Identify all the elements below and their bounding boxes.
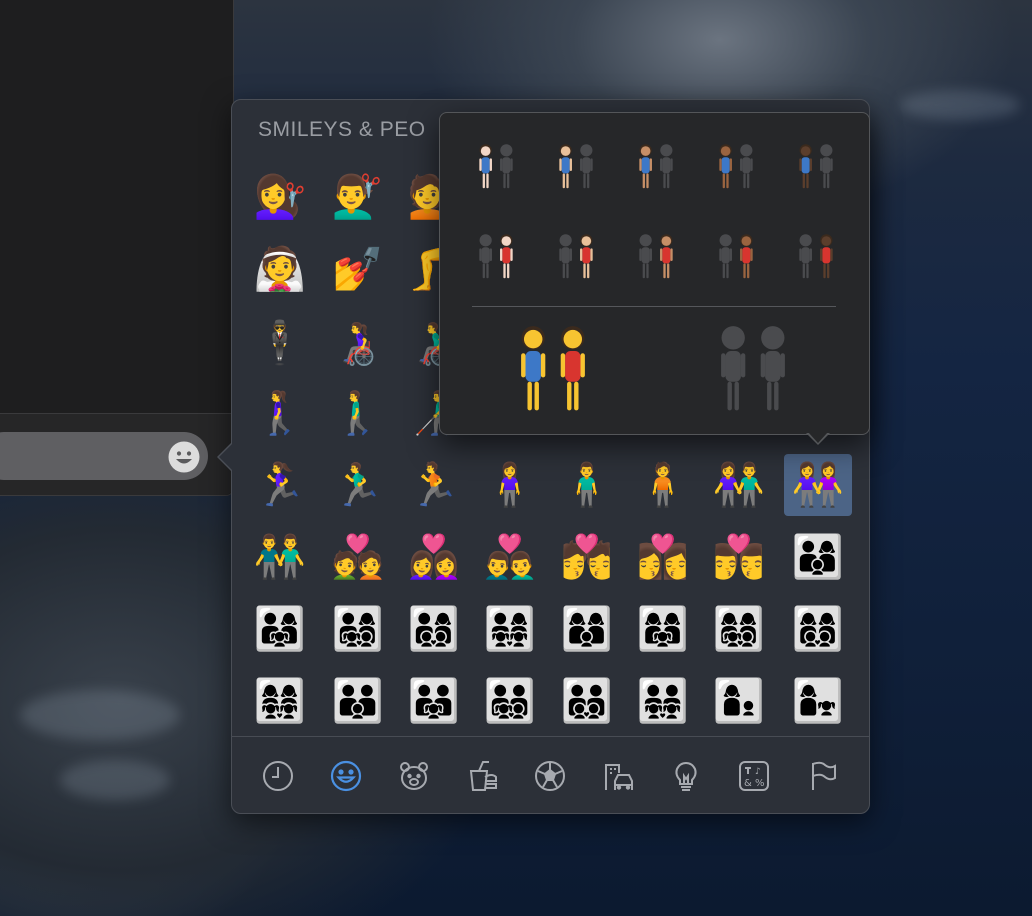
emoji-cell[interactable]: 💅 xyxy=(324,238,392,300)
emoji-cell[interactable]: 👨‍👩‍👦‍👦 xyxy=(400,598,468,660)
category-activity[interactable] xyxy=(530,756,570,796)
emoji-cell[interactable]: 👨‍👨‍👧‍👧 xyxy=(629,670,697,732)
emoji-cell[interactable]: 💏 xyxy=(553,526,621,588)
category-frequently-used[interactable] xyxy=(258,756,298,796)
emoji-cell[interactable]: 🚶‍♂️ xyxy=(324,382,392,444)
smiley-icon xyxy=(168,441,200,473)
emoji-cell[interactable]: 👩‍❤️‍💋‍👩 xyxy=(629,526,697,588)
emoji-cell[interactable]: 🚶‍♀️ xyxy=(246,382,314,444)
wave-foam xyxy=(20,690,180,740)
svg-text:%: % xyxy=(755,778,765,789)
emoji-cell[interactable]: 👭 xyxy=(784,454,852,516)
skin-tone-right-variant[interactable] xyxy=(706,226,766,286)
food-icon xyxy=(469,761,497,791)
emoji-cell[interactable]: 🧍‍♀️ xyxy=(476,454,544,516)
skin-tone-right-variant[interactable] xyxy=(786,226,846,286)
skin-tone-left-variant[interactable] xyxy=(706,136,766,196)
custom-skin-tone-placeholder[interactable] xyxy=(698,314,808,424)
emoji-cell[interactable]: 👫 xyxy=(705,454,773,516)
svg-text:&: & xyxy=(744,778,752,789)
smiley-icon xyxy=(330,760,362,792)
emoji-cell[interactable]: 👨‍👨‍👧‍👦 xyxy=(476,670,544,732)
popover-arrow xyxy=(808,432,828,443)
emoji-cell[interactable]: 👬 xyxy=(246,526,314,588)
wave-foam xyxy=(60,760,170,800)
emoji-cell[interactable]: 👩‍👩‍👦 xyxy=(553,598,621,660)
emoji-cell[interactable]: 🏃‍♂️ xyxy=(324,454,392,516)
category-food-drink[interactable] xyxy=(462,756,502,796)
emoji-cell[interactable]: 💑 xyxy=(324,526,392,588)
category-flags[interactable] xyxy=(802,756,842,796)
emoji-cell[interactable]: 👨‍❤️‍💋‍👨 xyxy=(705,526,773,588)
emoji-cell[interactable]: 🏃‍♀️ xyxy=(246,454,314,516)
emoji-cell[interactable]: 👨‍👩‍👧‍👦 xyxy=(324,598,392,660)
emoji-cell[interactable]: 👨‍❤️‍👨 xyxy=(476,526,544,588)
emoji-cell[interactable]: 👨‍👩‍👧‍👧 xyxy=(476,598,544,660)
emoji-cell[interactable]: 👩‍👧 xyxy=(784,670,852,732)
skin-tone-left-variant[interactable] xyxy=(466,136,526,196)
default-skin-tone-variant[interactable] xyxy=(498,314,608,424)
clock-icon xyxy=(263,761,293,791)
emoji-cell[interactable]: 👨‍👨‍👦 xyxy=(324,670,392,732)
lightbulb-icon xyxy=(675,761,697,791)
emoji-cell[interactable]: 🧍 xyxy=(629,454,697,516)
symbols-icon: ♪ & % xyxy=(739,761,769,791)
emoji-cell[interactable]: 👨‍👨‍👦‍👦 xyxy=(553,670,621,732)
soccer-ball-icon xyxy=(535,761,565,791)
category-smileys-people[interactable] xyxy=(326,756,366,796)
category-animals-nature[interactable] xyxy=(394,756,434,796)
category-objects[interactable] xyxy=(666,756,706,796)
emoji-cell[interactable]: 👩‍👩‍👧‍👦 xyxy=(705,598,773,660)
skin-tone-right-variant[interactable] xyxy=(466,226,526,286)
emoji-cell[interactable]: 👩‍👩‍👧 xyxy=(629,598,697,660)
emoji-cell[interactable]: 💇‍♀️ xyxy=(246,166,314,228)
category-symbols[interactable]: ♪ & % xyxy=(734,756,774,796)
picker-arrow xyxy=(219,444,232,470)
skin-tone-right-variant[interactable] xyxy=(546,226,606,286)
emoji-cell[interactable]: 👩‍❤️‍👩 xyxy=(400,526,468,588)
category-travel-places[interactable] xyxy=(598,756,638,796)
bear-icon xyxy=(400,762,428,790)
emoji-cell[interactable]: 👩‍👦 xyxy=(705,670,773,732)
emoji-cell[interactable]: 🧍‍♂️ xyxy=(553,454,621,516)
emoji-cell[interactable]: 💇‍♂️ xyxy=(324,166,392,228)
emoji-cell[interactable]: 👨‍👨‍👧 xyxy=(400,670,468,732)
emoji-cell[interactable]: 🕴 xyxy=(246,312,314,374)
emoji-button[interactable] xyxy=(165,438,203,476)
skin-tone-left-variant[interactable] xyxy=(626,136,686,196)
category-bar-divider xyxy=(231,736,869,737)
skin-tone-left-variant[interactable] xyxy=(786,136,846,196)
svg-text:♪: ♪ xyxy=(755,767,761,777)
wave-foam xyxy=(900,90,1020,120)
emoji-cell[interactable]: 👩‍👩‍👦‍👦 xyxy=(784,598,852,660)
flag-icon xyxy=(812,761,836,790)
skin-tone-right-variant[interactable] xyxy=(626,226,686,286)
emoji-cell[interactable]: 👰 xyxy=(246,238,314,300)
emoji-cell[interactable]: 👩‍🦽 xyxy=(324,312,392,374)
emoji-cell[interactable]: 👩‍👩‍👧‍👧 xyxy=(246,670,314,732)
skin-tone-left-variant[interactable] xyxy=(546,136,606,196)
emoji-cell[interactable]: 🏃 xyxy=(400,454,468,516)
popover-divider xyxy=(472,306,836,307)
emoji-cell[interactable]: 👨‍👩‍👧 xyxy=(246,598,314,660)
building-icon xyxy=(605,764,633,790)
section-title: SMILEYS & PEO xyxy=(258,118,426,141)
emoji-cell[interactable]: 👨‍👩‍👦 xyxy=(784,526,852,588)
